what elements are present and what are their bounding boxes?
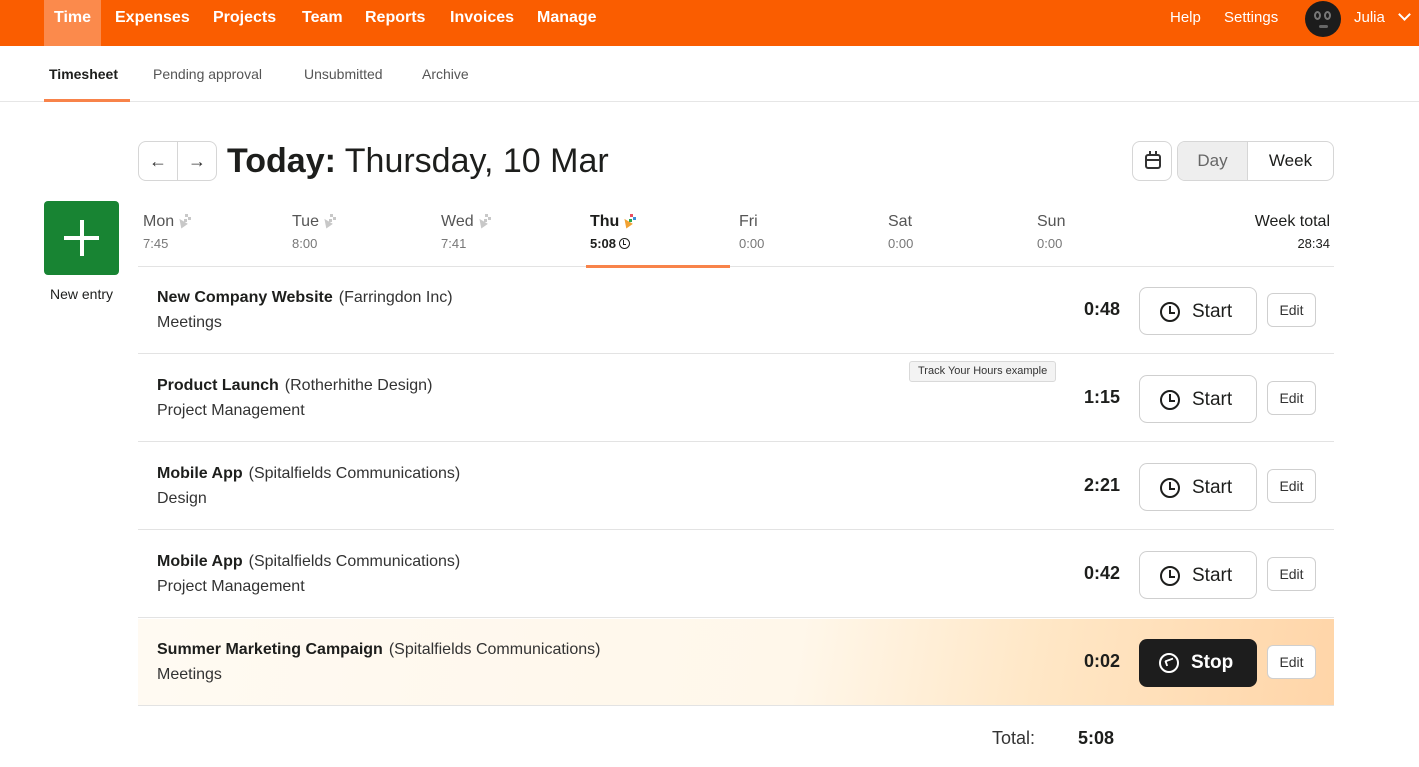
tab-timesheet[interactable]: Timesheet: [49, 66, 118, 82]
stop-timer-button[interactable]: Stop: [1139, 639, 1257, 687]
confetti-icon: [622, 213, 636, 227]
nav-projects[interactable]: Projects: [213, 0, 276, 46]
nav-team[interactable]: Team: [302, 0, 343, 46]
edit-entry-button[interactable]: Edit: [1267, 381, 1316, 415]
edit-entry-button[interactable]: Edit: [1267, 293, 1316, 327]
avatar[interactable]: [1305, 1, 1341, 37]
tab-unsubmitted[interactable]: Unsubmitted: [304, 66, 383, 82]
next-day-button[interactable]: →: [177, 141, 217, 181]
clock-icon: [1160, 566, 1180, 586]
time-entry-row: Product Launch (Rotherhithe Design) Proje…: [138, 355, 1334, 442]
week-view-button[interactable]: Week: [1248, 142, 1333, 180]
entry-hours: 0:42: [1083, 563, 1120, 583]
day-sat[interactable]: Sat 0:00: [888, 213, 913, 251]
calendar-button[interactable]: [1132, 141, 1172, 181]
entry-task: Project Management: [157, 578, 305, 595]
entry-task: Design: [157, 490, 207, 507]
tooltip: Track Your Hours example: [909, 361, 1057, 382]
user-name[interactable]: Julia: [1354, 0, 1385, 46]
start-timer-button[interactable]: Start: [1139, 551, 1257, 599]
arrow-left-icon: ←: [149, 151, 167, 171]
entry-task: Project Management: [157, 402, 305, 419]
start-timer-button[interactable]: Start: [1139, 287, 1257, 335]
nav-reports[interactable]: Reports: [365, 0, 425, 46]
time-entry-row: New Company Website (Farringdon Inc) Meet…: [138, 267, 1334, 354]
chevron-down-icon[interactable]: [1398, 8, 1411, 21]
view-toggle: Day Week: [1177, 141, 1334, 181]
entry-project: Mobile App: [157, 465, 243, 482]
tab-pending-approval[interactable]: Pending approval: [153, 66, 262, 82]
sub-nav: Timesheet Pending approval Unsubmitted A…: [0, 46, 1419, 102]
top-nav: Time Expenses Projects Team Reports Invo…: [0, 0, 1419, 46]
day-mon[interactable]: Mon 7:45: [143, 213, 191, 251]
entry-project: Product Launch: [157, 377, 279, 394]
day-wed[interactable]: Wed 7:41: [441, 213, 491, 251]
nav-invoices[interactable]: Invoices: [450, 0, 514, 46]
entry-project: Mobile App: [157, 553, 243, 570]
edit-entry-button[interactable]: Edit: [1267, 645, 1316, 679]
new-entry-button[interactable]: [44, 201, 119, 275]
start-timer-button[interactable]: Start: [1139, 463, 1257, 511]
nav-manage[interactable]: Manage: [537, 0, 597, 46]
confetti-icon: [177, 213, 191, 227]
clock-icon: [619, 238, 631, 249]
entry-hours: 1:15: [1083, 387, 1120, 407]
time-entry-row: Mobile App (Spitalfields Communications) …: [138, 443, 1334, 530]
start-timer-button[interactable]: Start: [1139, 375, 1257, 423]
entry-client: (Rotherhithe Design): [284, 377, 433, 394]
entry-hours: 0:48: [1083, 299, 1120, 319]
settings-link[interactable]: Settings: [1224, 0, 1278, 46]
tab-archive[interactable]: Archive: [422, 66, 469, 82]
entry-project: Summer Marketing Campaign: [157, 641, 383, 658]
day-sun[interactable]: Sun 0:00: [1037, 213, 1065, 251]
day-thu[interactable]: Thu 5:08: [590, 213, 636, 251]
entry-task: Meetings: [157, 666, 222, 683]
entry-client: (Spitalfields Communications): [388, 641, 601, 658]
nav-time[interactable]: Time: [44, 0, 102, 46]
new-entry-label: New entry: [49, 286, 114, 302]
edit-entry-button[interactable]: Edit: [1267, 557, 1316, 591]
week-total: Week total 28:34: [1254, 213, 1330, 251]
running-time-entry-row: Summer Marketing Campaign (Spitalfields C…: [138, 619, 1334, 706]
clock-icon: [1160, 390, 1180, 410]
confetti-icon: [477, 213, 491, 227]
entry-project: New Company Website: [157, 289, 333, 306]
day-tue[interactable]: Tue 8:00: [292, 213, 336, 251]
page-title: Today: Thursday, 10 Mar: [227, 142, 609, 180]
nav-expenses[interactable]: Expenses: [115, 0, 190, 46]
entry-client: (Farringdon Inc): [338, 289, 453, 306]
arrow-right-icon: →: [188, 151, 206, 171]
previous-day-button[interactable]: ←: [138, 141, 178, 181]
running-clock-icon: [1159, 653, 1179, 673]
edit-entry-button[interactable]: Edit: [1267, 469, 1316, 503]
clock-icon: [1160, 478, 1180, 498]
entry-client: (Spitalfields Communications): [248, 553, 461, 570]
total-label: Total:: [992, 728, 1036, 748]
time-entry-row: Mobile App (Spitalfields Communications) …: [138, 531, 1334, 618]
active-tab-indicator: [44, 99, 130, 102]
clock-icon: [1160, 302, 1180, 322]
day-fri[interactable]: Fri 0:00: [739, 213, 764, 251]
entry-client: (Spitalfields Communications): [248, 465, 461, 482]
help-link[interactable]: Help: [1170, 0, 1201, 46]
day-view-button[interactable]: Day: [1178, 142, 1248, 180]
entry-task: Meetings: [157, 314, 222, 331]
entry-hours: 2:21: [1083, 475, 1120, 495]
entry-hours: 0:02: [1083, 651, 1120, 671]
total-value: 5:08: [1078, 728, 1115, 748]
confetti-icon: [322, 213, 336, 227]
